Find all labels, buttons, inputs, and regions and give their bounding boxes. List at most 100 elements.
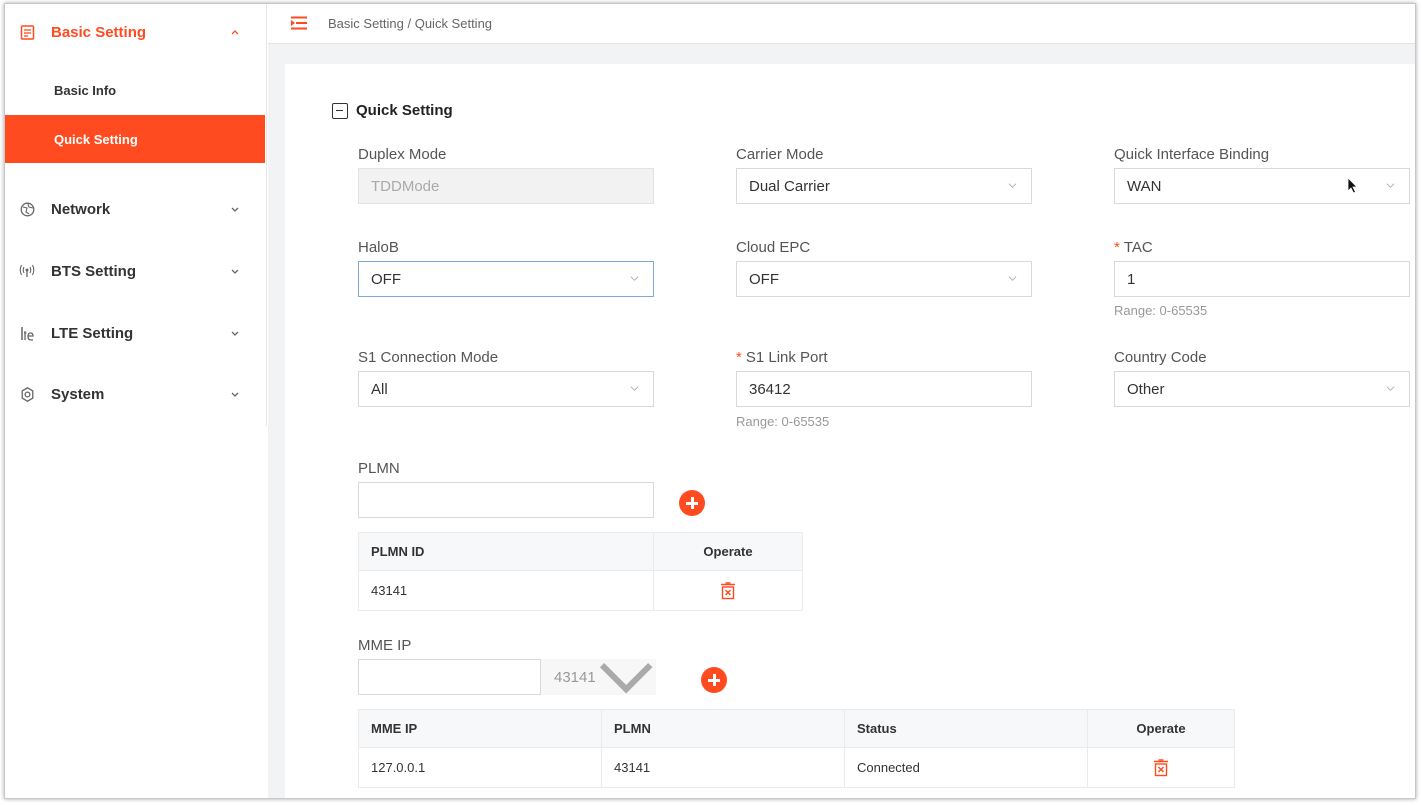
plmn-id-cell: 43141 bbox=[358, 570, 654, 611]
add-mme-ip-button[interactable] bbox=[701, 667, 727, 693]
column-header: Status bbox=[844, 709, 1088, 748]
cloud-epc-label: Cloud EPC bbox=[736, 239, 811, 256]
halob-label: HaloB bbox=[358, 239, 399, 256]
delete-icon[interactable] bbox=[1153, 758, 1169, 777]
plmn-input[interactable] bbox=[358, 482, 654, 518]
column-header: Operate bbox=[653, 532, 803, 571]
quick-interface-binding-value: WAN bbox=[1127, 177, 1162, 195]
mme-plmn-select-value: 43141 bbox=[554, 668, 596, 686]
carrier-mode-value: Dual Carrier bbox=[749, 177, 830, 195]
s1-connection-mode-select[interactable]: All bbox=[358, 371, 654, 407]
sidebar-group-label: System bbox=[51, 385, 105, 403]
country-code-label: Country Code bbox=[1114, 349, 1207, 366]
column-header: PLMN ID bbox=[358, 532, 654, 571]
sidebar-group-label: BTS Setting bbox=[51, 262, 136, 280]
sidebar-item-label: Quick Setting bbox=[54, 131, 138, 147]
chevron-down-icon bbox=[599, 662, 653, 694]
sidebar-group-label: Basic Setting bbox=[51, 23, 147, 41]
delete-icon[interactable] bbox=[720, 581, 736, 600]
sidebar-group-label: LTE Setting bbox=[51, 324, 134, 342]
add-plmn-button[interactable] bbox=[679, 490, 705, 516]
chevron-down-icon bbox=[229, 265, 241, 277]
sidebar-group-network[interactable]: Network bbox=[5, 189, 265, 229]
table-row: 43141 bbox=[358, 570, 803, 611]
antenna-icon bbox=[19, 263, 35, 279]
column-header: MME IP bbox=[358, 709, 602, 748]
sidebar: Basic Setting Basic Info Quick Setting N… bbox=[5, 4, 267, 426]
gear-icon bbox=[19, 386, 35, 402]
tac-range-hint: Range: 0-65535 bbox=[1114, 303, 1208, 318]
table-row: 127.0.0.1 43141 Connected bbox=[358, 747, 1235, 788]
sidebar-group-basic-setting[interactable]: Basic Setting bbox=[5, 12, 265, 52]
main-area: Basic Setting / Quick Setting Quick Sett… bbox=[268, 4, 1415, 798]
mme-ip-cell: 127.0.0.1 bbox=[358, 747, 602, 788]
operate-cell bbox=[653, 570, 803, 611]
plmn-table: PLMN ID Operate 43141 bbox=[358, 532, 803, 611]
country-code-value: Other bbox=[1127, 380, 1165, 398]
sidebar-item-quick-setting[interactable]: Quick Setting bbox=[5, 115, 265, 163]
s1-link-port-value: 36412 bbox=[749, 380, 791, 398]
chevron-down-icon bbox=[630, 386, 639, 391]
duplex-mode-value: TDDMode bbox=[371, 177, 440, 195]
quick-interface-binding-select[interactable]: WAN bbox=[1114, 168, 1410, 204]
chevron-down-icon bbox=[229, 203, 241, 215]
cloud-epc-select[interactable]: OFF bbox=[736, 261, 1032, 297]
lte-icon bbox=[19, 325, 35, 341]
chevron-down-icon bbox=[229, 388, 241, 400]
document-icon bbox=[19, 24, 35, 40]
carrier-mode-label: Carrier Mode bbox=[736, 146, 824, 163]
country-code-select[interactable]: Other bbox=[1114, 371, 1410, 407]
chevron-down-icon bbox=[1386, 386, 1395, 391]
tac-value: 1 bbox=[1127, 270, 1136, 288]
cloud-epc-value: OFF bbox=[749, 270, 779, 288]
collapse-icon[interactable] bbox=[332, 102, 348, 119]
duplex-mode-field: TDDMode bbox=[358, 168, 654, 204]
quick-interface-binding-label: Quick Interface Binding bbox=[1114, 146, 1270, 163]
status-cell: Connected bbox=[844, 747, 1088, 788]
operate-cell bbox=[1087, 747, 1235, 788]
table-header-row: PLMN ID Operate bbox=[358, 532, 803, 571]
sidebar-group-label: Network bbox=[51, 200, 111, 218]
app-window: Basic Setting Basic Info Quick Setting N… bbox=[4, 3, 1416, 799]
sidebar-group-system[interactable]: System bbox=[5, 374, 265, 414]
cursor-icon bbox=[1347, 177, 1358, 194]
tac-label: * TAC bbox=[1114, 239, 1153, 256]
mme-plmn-select[interactable]: 43141 bbox=[540, 659, 656, 695]
menu-toggle-icon[interactable] bbox=[290, 16, 308, 30]
quick-setting-panel: Quick Setting Duplex Mode TDDMode Carrie… bbox=[285, 64, 1415, 798]
chevron-down-icon bbox=[229, 327, 241, 339]
s1-link-port-input[interactable]: 36412 bbox=[736, 371, 1032, 407]
sidebar-group-lte-setting[interactable]: LTE Setting bbox=[5, 313, 265, 353]
breadcrumb: Basic Setting / Quick Setting bbox=[328, 16, 493, 31]
halob-select[interactable]: OFF bbox=[358, 261, 654, 297]
chevron-down-icon bbox=[1008, 276, 1017, 281]
column-header: PLMN bbox=[601, 709, 845, 748]
chevron-up-icon bbox=[229, 26, 241, 38]
column-header: Operate bbox=[1087, 709, 1235, 748]
chevron-down-icon bbox=[630, 276, 639, 281]
s1-connection-mode-value: All bbox=[371, 380, 388, 398]
tac-label-text: TAC bbox=[1123, 239, 1153, 256]
table-header-row: MME IP PLMN Status Operate bbox=[358, 709, 1235, 748]
plmn-cell: 43141 bbox=[601, 747, 845, 788]
section-title: Quick Setting bbox=[356, 102, 453, 119]
halob-value: OFF bbox=[371, 270, 401, 288]
chevron-down-icon bbox=[1008, 183, 1017, 188]
s1-link-port-range-hint: Range: 0-65535 bbox=[736, 414, 830, 429]
required-mark: * bbox=[736, 349, 742, 366]
mme-ip-input[interactable]: 43141 bbox=[358, 659, 656, 695]
tac-input[interactable]: 1 bbox=[1114, 261, 1410, 297]
duplex-mode-label: Duplex Mode bbox=[358, 146, 447, 163]
s1-link-port-label: * S1 Link Port bbox=[736, 349, 828, 366]
network-icon bbox=[19, 201, 35, 217]
section-header: Quick Setting bbox=[332, 102, 453, 119]
sidebar-item-label: Basic Info bbox=[54, 82, 117, 98]
plmn-label: PLMN bbox=[358, 460, 400, 477]
s1-link-port-label-text: S1 Link Port bbox=[745, 349, 828, 366]
sidebar-group-bts-setting[interactable]: BTS Setting bbox=[5, 251, 265, 291]
mme-ip-table: MME IP PLMN Status Operate 127.0.0.1 431… bbox=[358, 709, 1235, 788]
s1-connection-mode-label: S1 Connection Mode bbox=[358, 349, 499, 366]
sidebar-item-basic-info[interactable]: Basic Info bbox=[5, 66, 265, 114]
carrier-mode-select[interactable]: Dual Carrier bbox=[736, 168, 1032, 204]
required-mark: * bbox=[1114, 239, 1120, 256]
